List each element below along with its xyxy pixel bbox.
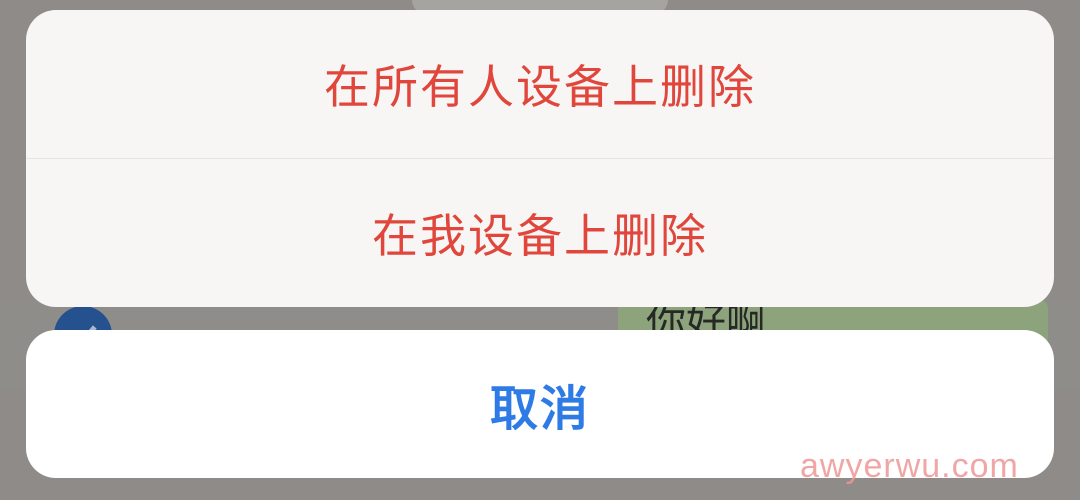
delete-for-everyone-label: 在所有人设备上删除 bbox=[324, 60, 756, 114]
watermark-text: awyerwu.com bbox=[800, 447, 1019, 485]
cancel-label: 取消 bbox=[489, 381, 590, 437]
delete-for-everyone-button[interactable]: 在所有人设备上删除 bbox=[26, 10, 1054, 158]
delete-options-group: 在所有人设备上删除 在我设备上删除 bbox=[26, 10, 1054, 307]
delete-for-me-button[interactable]: 在我设备上删除 bbox=[26, 159, 1054, 307]
delete-for-me-label: 在我设备上删除 bbox=[372, 209, 708, 263]
